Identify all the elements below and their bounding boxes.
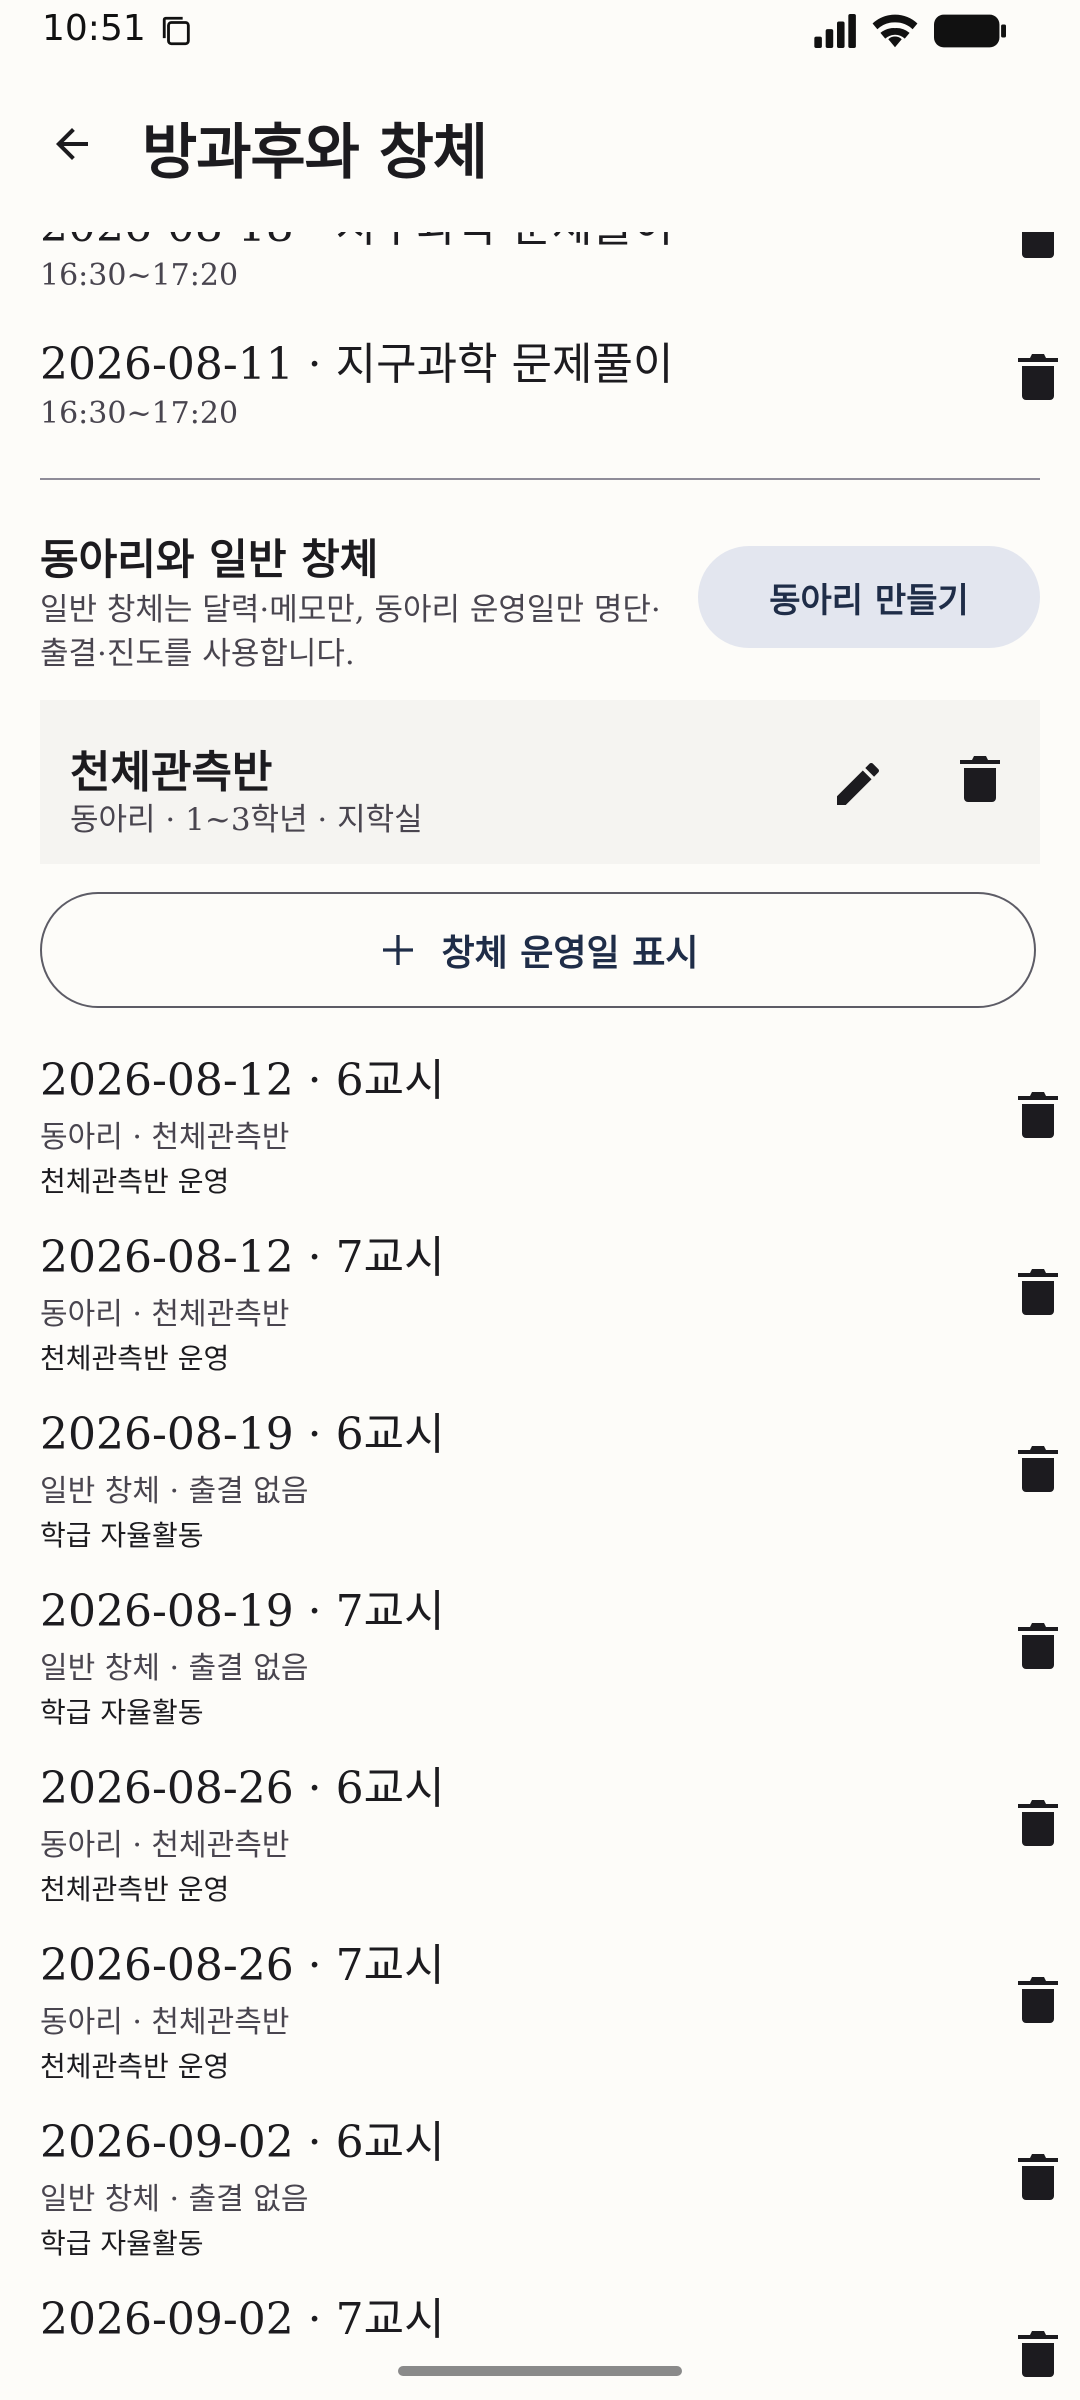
entry-title: 2026-08-12 · 6교시 [40,1055,445,1106]
trash-icon[interactable] [1018,2331,1058,2379]
arrow-back-icon [56,128,88,160]
divider [40,478,1040,480]
entry-note: 천체관측반 운영 [40,2050,230,2083]
page-title: 방과후와 창체 [142,118,488,188]
entry-note: 천체관측반 운영 [40,1165,230,1198]
entry-title: 2026-08-12 · 7교시 [40,1232,445,1283]
trash-icon[interactable] [1018,1800,1058,1848]
signal-icon [814,14,856,48]
entry-type: 동아리 · 천체관측반 [40,1120,290,1155]
entry-title: 2026-08-26 · 7교시 [40,1940,445,1991]
trash-icon[interactable] [1018,354,1058,402]
pencil-icon[interactable] [830,756,886,812]
item-time: 16:30~17:20 [40,258,239,293]
list-item[interactable]: 2026-08-19 · 6교시 일반 창체 · 출결 없음 학급 자율활동 [40,1398,1040,1554]
entry-note: 학급 자율활동 [40,1519,204,1552]
entry-title: 2026-08-26 · 6교시 [40,1763,445,1814]
entry-type: 일반 창체 · 출결 없음 [40,2182,309,2217]
entry-type: 동아리 · 천체관측반 [40,2005,290,2040]
entry-note: 학급 자율활동 [40,1696,204,1729]
list-item[interactable]: 2026-08-12 · 6교시 동아리 · 천체관측반 천체관측반 운영 [40,1044,1040,1200]
add-button-label: 창체 운영일 표시 [441,933,699,974]
trash-icon[interactable] [1018,1092,1058,1140]
screenshot-icon [162,16,190,46]
list-item[interactable]: 2026-08-19 · 7교시 일반 창체 · 출결 없음 학급 자율활동 [40,1575,1040,1731]
trash-icon[interactable] [1018,1623,1058,1671]
entry-type: 동아리 · 천체관측반 [40,1828,290,1863]
entry-title: 2026-08-19 · 7교시 [40,1586,445,1637]
trash-icon[interactable] [960,756,1000,804]
trash-icon[interactable] [1018,1446,1058,1494]
status-bar: 10:51 [0,0,1080,62]
entry-title: 2026-09-02 · 6교시 [40,2117,445,2168]
entry-note: 천체관측반 운영 [40,1873,230,1906]
club-name: 천체관측반 [70,747,273,798]
entry-type: 일반 창체 · 출결 없음 [40,1651,309,1686]
section-title: 동아리와 일반 창체 [40,535,379,584]
top-app-bar: 방과후와 창체 [0,62,1080,232]
create-club-button[interactable]: 동아리 만들기 [698,546,1040,648]
item-title: 2026-08-11 · 지구과학 문제풀이 [40,339,674,390]
scroll-content[interactable]: 2026-08-18 · 지구과학 문제풀이 16:30~17:20 2026-… [0,0,1080,2400]
trash-icon[interactable] [1018,1269,1058,1317]
entry-type: 동아리 · 천체관측반 [40,1297,290,1332]
list-item[interactable]: 2026-08-26 · 7교시 동아리 · 천체관측반 천체관측반 운영 [40,1929,1040,2085]
back-button[interactable] [40,112,104,176]
trash-icon[interactable] [1018,2154,1058,2202]
entry-note: 학급 자율활동 [40,2227,204,2260]
club-card[interactable]: 천체관측반 동아리 · 1~3학년 · 지학실 [40,700,1040,864]
list-item[interactable]: 2026-09-02 · 7교시 [40,2283,1040,2347]
club-meta: 동아리 · 1~3학년 · 지학실 [70,802,423,838]
entry-title: 2026-09-02 · 7교시 [40,2294,445,2345]
wifi-icon [872,14,918,48]
list-item[interactable]: 2026-08-26 · 6교시 동아리 · 천체관측반 천체관측반 운영 [40,1752,1040,1908]
entry-title: 2026-08-19 · 6교시 [40,1409,445,1460]
entry-type: 일반 창체 · 출결 없음 [40,1474,309,1509]
list-item[interactable]: 2026-08-12 · 7교시 동아리 · 천체관측반 천체관측반 운영 [40,1221,1040,1377]
entry-note: 천체관측반 운영 [40,1342,230,1375]
list-item[interactable]: 2026-08-11 · 지구과학 문제풀이 16:30~17:20 [40,328,1040,431]
add-activity-day-button[interactable]: 창체 운영일 표시 [40,892,1036,1008]
battery-icon [934,14,1006,48]
plus-icon [382,935,413,965]
list-item[interactable]: 2026-09-02 · 6교시 일반 창체 · 출결 없음 학급 자율활동 [40,2106,1040,2262]
trash-icon[interactable] [1018,1977,1058,2025]
item-time: 16:30~17:20 [40,396,239,431]
section-description: 일반 창체는 달력·메모만, 동아리 운영일만 명단·출결·진도를 사용합니다. [40,592,661,672]
status-time: 10:51 [42,8,146,49]
home-indicator[interactable] [398,2366,682,2376]
